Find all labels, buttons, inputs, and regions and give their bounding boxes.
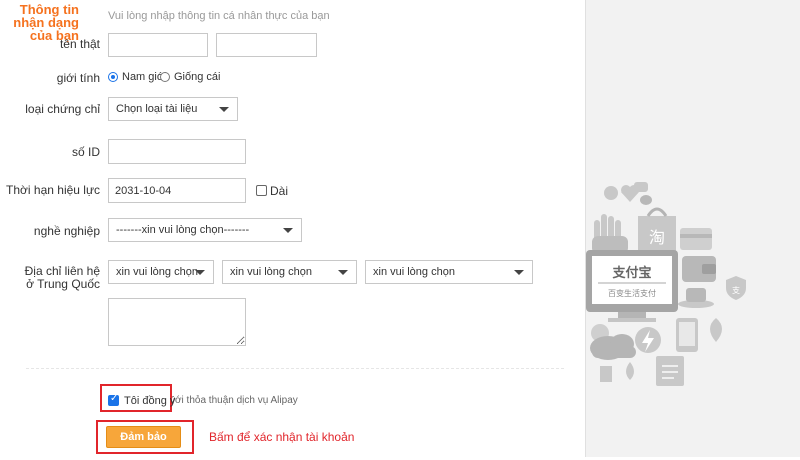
wallet-icon <box>682 256 716 282</box>
confirm-button[interactable]: Đảm bảo <box>106 426 181 448</box>
side-illustration-panel: 淘 支付宝 百变生活支付 支 <box>586 0 800 457</box>
monitor-icon: 支付宝 百变生活支付 <box>586 250 678 322</box>
validity-label: Thời hạn hiệu lực <box>6 183 100 197</box>
cert-type-select[interactable]: Chọn loại tài liệu <box>108 97 238 121</box>
alipay-logo-subtitle: 百变生活支付 <box>608 288 656 298</box>
lightbulb-icon <box>635 327 661 353</box>
job-label: nghề nghiệp <box>33 224 100 238</box>
cert-type-value: Chọn loại tài liệu <box>116 103 198 115</box>
building-icon <box>600 366 612 382</box>
job-select[interactable]: -------xin vui lòng chọn------- <box>108 218 302 242</box>
agreement-text: với thỏa thuận dịch vụ Alipay <box>170 395 298 406</box>
alipay-logo-text: 支付宝 <box>611 265 651 281</box>
long-term-checkbox[interactable] <box>256 185 267 196</box>
chevron-down-icon <box>338 270 348 275</box>
id-label: số ID <box>71 145 100 159</box>
gender-female-label: Giống cái <box>174 71 221 83</box>
chevron-down-icon <box>283 228 293 233</box>
real-name-label: tên thật <box>59 37 100 51</box>
gender-male-radio[interactable] <box>108 72 118 82</box>
city-value: xin vui lòng chọn <box>230 266 312 278</box>
section-divider <box>26 368 564 369</box>
leaf-icon <box>710 318 722 342</box>
shield-icon: 支 <box>726 276 746 300</box>
cert-type-label: loại chứng chỉ <box>25 102 100 116</box>
taobao-bag-icon: 淘 <box>638 207 676 256</box>
address-label: Địa chỉ liên hệ ở Trung Quốc <box>24 264 100 291</box>
chevron-down-icon <box>514 270 524 275</box>
svg-text:支: 支 <box>732 285 740 295</box>
district-value: xin vui lòng chọn <box>373 266 455 278</box>
document-icon <box>656 356 684 386</box>
card-icon <box>680 228 712 250</box>
province-select[interactable]: xin vui lòng chọn <box>108 260 214 284</box>
first-name-input[interactable] <box>216 33 317 57</box>
section-subtitle: Vui lòng nhập thông tin cá nhân thực của… <box>108 10 330 22</box>
long-term-label: Dài <box>270 184 289 198</box>
confirm-annotation: Bấm để xác nhận tài khoản <box>209 430 355 444</box>
chevron-down-icon <box>195 270 205 275</box>
phone-icon <box>676 318 698 352</box>
drop-icon <box>626 362 634 380</box>
hand-icon <box>592 214 628 254</box>
gender-label: giới tính <box>56 71 100 85</box>
cup-icon <box>678 288 714 308</box>
city-select[interactable]: xin vui lòng chọn <box>222 260 357 284</box>
alipay-illustration: 淘 支付宝 百变生活支付 支 <box>586 182 746 386</box>
id-number-input[interactable] <box>108 139 246 164</box>
gender-female-radio[interactable] <box>160 72 170 82</box>
address-detail-textarea[interactable] <box>108 298 246 346</box>
district-select[interactable]: xin vui lòng chọn <box>365 260 533 284</box>
chevron-down-icon <box>219 107 229 112</box>
validity-date-input[interactable] <box>108 178 246 203</box>
agreement-checkbox[interactable] <box>108 393 119 406</box>
province-value: xin vui lòng chọn <box>116 266 198 278</box>
taobao-char: 淘 <box>649 228 665 247</box>
job-value: -------xin vui lòng chọn------- <box>116 224 250 236</box>
agreement-label: Tôi đồng ý <box>124 395 176 407</box>
last-name-input[interactable] <box>108 33 208 57</box>
